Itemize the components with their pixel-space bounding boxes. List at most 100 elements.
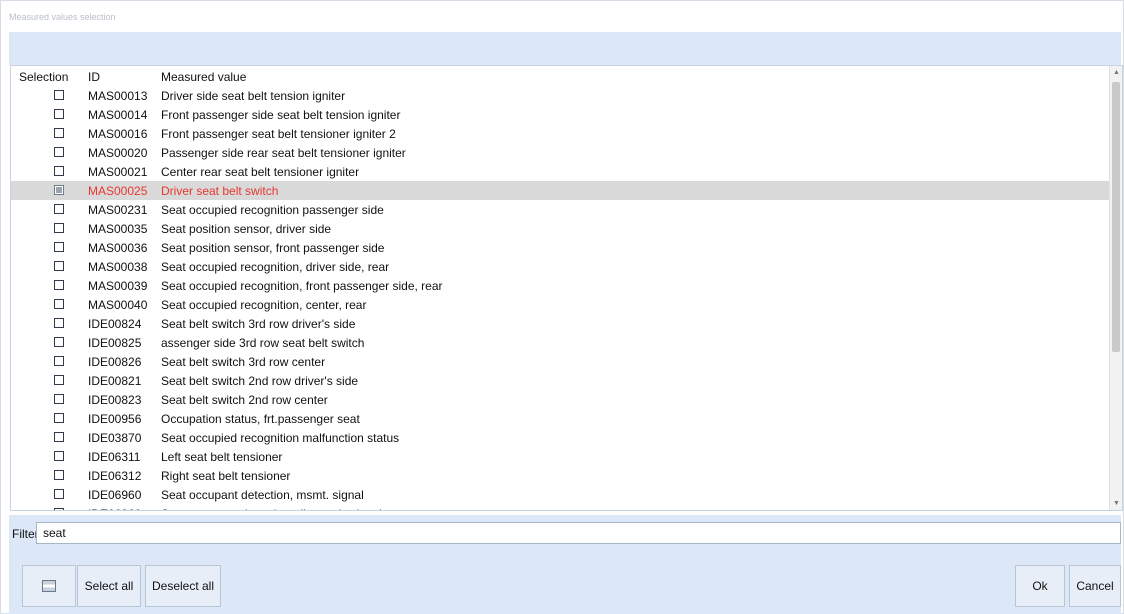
row-id: IDE00825 — [88, 336, 142, 350]
selection-checkbox[interactable] — [54, 508, 64, 510]
table-row[interactable]: IDE06311 Left seat belt tensioner — [11, 447, 1110, 466]
row-measured-value: Seat occupied recognition, center, rear — [161, 298, 367, 312]
table-row[interactable]: MAS00035 Seat position sensor, driver sid… — [11, 219, 1110, 238]
vertical-scrollbar[interactable]: ▲ ▼ — [1109, 66, 1122, 510]
table-row[interactable]: MAS00025 Driver seat belt switch — [11, 181, 1110, 200]
selection-checkbox[interactable] — [54, 147, 64, 157]
ok-button[interactable]: Ok — [1015, 565, 1065, 607]
scroll-down-arrow-icon[interactable]: ▼ — [1113, 500, 1120, 507]
selection-checkbox[interactable] — [54, 242, 64, 252]
selection-checkbox[interactable] — [54, 432, 64, 442]
table-row[interactable]: IDE06312 Right seat belt tensioner — [11, 466, 1110, 485]
table-row[interactable]: MAS00040 Seat occupied recognition, cente… — [11, 295, 1110, 314]
scrollbar-thumb[interactable] — [1112, 82, 1120, 352]
selection-checkbox[interactable] — [54, 299, 64, 309]
selection-checkbox[interactable] — [54, 128, 64, 138]
table-row[interactable]: MAS00013 Driver side seat belt tension ig… — [11, 86, 1110, 105]
header-band — [9, 32, 1121, 65]
row-id: MAS00025 — [88, 184, 148, 198]
row-id: MAS00016 — [88, 127, 148, 141]
selection-checkbox[interactable] — [54, 280, 64, 290]
grid-icon — [42, 580, 56, 592]
row-measured-value: Occupation status, frt.passenger seat — [161, 412, 360, 426]
table-row[interactable]: IDE06960 Seat occupant detection, diagnos… — [11, 504, 1110, 510]
row-measured-value: Center rear seat belt tensioner igniter — [161, 165, 360, 179]
selection-checkbox[interactable] — [54, 470, 64, 480]
row-measured-value: Seat belt switch 3rd row driver's side — [161, 317, 356, 331]
row-measured-value: Seat position sensor, front passenger si… — [161, 241, 385, 255]
row-id: IDE06311 — [88, 450, 141, 464]
selection-checkbox[interactable] — [54, 489, 64, 499]
row-id: IDE06960 — [88, 488, 142, 502]
table-row[interactable]: IDE00825 assenger side 3rd row seat belt … — [11, 333, 1110, 352]
filter-panel: Filter: Select all Deselect all Ok Cance… — [9, 515, 1121, 614]
row-id: IDE00824 — [88, 317, 142, 331]
column-header-id[interactable]: ID — [88, 70, 100, 84]
table-row[interactable]: IDE00824 Seat belt switch 3rd row driver'… — [11, 314, 1110, 333]
table-row[interactable]: MAS00020 Passenger side rear seat belt te… — [11, 143, 1110, 162]
row-id: MAS00039 — [88, 279, 148, 293]
selection-checkbox[interactable] — [54, 337, 64, 347]
table-row[interactable]: MAS00039 Seat occupied recognition, front… — [11, 276, 1110, 295]
table-row[interactable]: MAS00038 Seat occupied recognition, drive… — [11, 257, 1110, 276]
row-id: IDE03870 — [88, 431, 142, 445]
filter-input[interactable] — [36, 522, 1121, 544]
row-id: IDE00821 — [88, 374, 142, 388]
row-measured-value: Seat belt switch 2nd row center — [161, 393, 328, 407]
row-measured-value: Front passenger seat belt tensioner igni… — [161, 127, 396, 141]
table-row[interactable]: IDE00826 Seat belt switch 3rd row center — [11, 352, 1110, 371]
row-measured-value: Seat occupied recognition passenger side — [161, 203, 384, 217]
table-row[interactable]: IDE03870 Seat occupied recognition malfun… — [11, 428, 1110, 447]
row-measured-value: Front passenger side seat belt tension i… — [161, 108, 401, 122]
row-id: MAS00013 — [88, 89, 148, 103]
row-measured-value: Seat occupied recognition, driver side, … — [161, 260, 390, 274]
selection-checkbox[interactable] — [54, 451, 64, 461]
deselect-all-button[interactable]: Deselect all — [145, 565, 221, 607]
row-measured-value: Right seat belt tensioner — [161, 469, 291, 483]
row-measured-value: Seat belt switch 2nd row driver's side — [161, 374, 359, 388]
selection-checkbox[interactable] — [54, 166, 64, 176]
selection-checkbox[interactable] — [54, 356, 64, 366]
selection-checkbox[interactable] — [54, 223, 64, 233]
row-id: IDE00826 — [88, 355, 142, 369]
selection-checkbox[interactable] — [54, 204, 64, 214]
table-options-button[interactable] — [22, 565, 76, 607]
row-measured-value: Driver seat belt switch — [161, 184, 279, 198]
select-all-button[interactable]: Select all — [77, 565, 141, 607]
row-id: MAS00038 — [88, 260, 148, 274]
row-measured-value: Left seat belt tensioner — [161, 450, 283, 464]
row-id: MAS00014 — [88, 108, 148, 122]
table-row[interactable]: MAS00021 Center rear seat belt tensioner … — [11, 162, 1110, 181]
column-header-measured-value[interactable]: Measured value — [161, 70, 246, 84]
selection-checkbox[interactable] — [54, 185, 64, 195]
column-header-selection[interactable]: Selection — [19, 70, 68, 84]
table-row[interactable]: MAS00014 Front passenger side seat belt t… — [11, 105, 1110, 124]
scroll-up-arrow-icon[interactable]: ▲ — [1113, 69, 1120, 76]
selection-checkbox[interactable] — [54, 375, 64, 385]
selection-checkbox[interactable] — [54, 413, 64, 423]
table-row[interactable]: IDE00821 Seat belt switch 2nd row driver'… — [11, 371, 1110, 390]
table-row[interactable]: MAS00016 Front passenger seat belt tensio… — [11, 124, 1110, 143]
row-id: IDE06960 — [88, 507, 141, 510]
cancel-button[interactable]: Cancel — [1069, 565, 1121, 607]
row-measured-value: Seat occupied recognition malfunction st… — [161, 431, 400, 445]
row-measured-value: assenger side 3rd row seat belt switch — [161, 336, 365, 350]
measured-values-dialog: Measured values selection Selection ID M… — [0, 0, 1124, 614]
selection-checkbox[interactable] — [54, 394, 64, 404]
table-row[interactable]: IDE00823 Seat belt switch 2nd row center — [11, 390, 1110, 409]
row-id: IDE00823 — [88, 393, 142, 407]
row-id: MAS00036 — [88, 241, 148, 255]
selection-checkbox[interactable] — [54, 318, 64, 328]
table-row[interactable]: MAS00036 Seat position sensor, front pass… — [11, 238, 1110, 257]
table-row[interactable]: MAS00231 Seat occupied recognition passen… — [11, 200, 1110, 219]
row-id: MAS00040 — [88, 298, 148, 312]
row-id: IDE06312 — [88, 469, 142, 483]
selection-checkbox[interactable] — [54, 90, 64, 100]
table-row[interactable]: IDE06960 Seat occupant detection, msmt. s… — [11, 485, 1110, 504]
table-row[interactable]: IDE00956 Occupation status, frt.passenger… — [11, 409, 1110, 428]
row-measured-value: Seat occupied recognition, front passeng… — [161, 279, 443, 293]
selection-checkbox[interactable] — [54, 261, 64, 271]
row-id: MAS00035 — [88, 222, 148, 236]
table-header: Selection ID Measured value — [11, 66, 1111, 86]
selection-checkbox[interactable] — [54, 109, 64, 119]
